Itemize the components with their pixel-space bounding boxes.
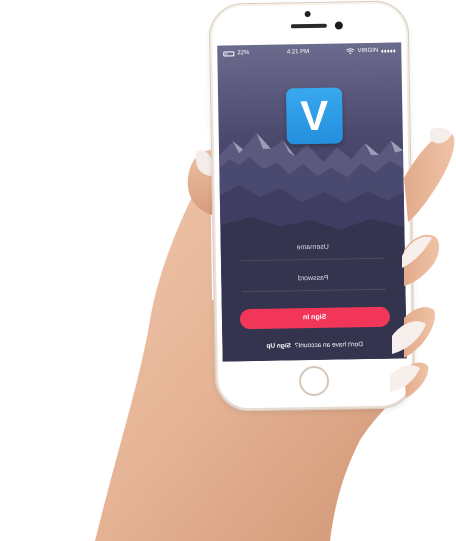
- username-field[interactable]: Username: [241, 239, 385, 258]
- front-camera-icon: [334, 21, 343, 30]
- signup-prompt: Don't have an account?: [294, 341, 363, 350]
- signal-icon: [381, 49, 396, 53]
- phone-device: 22% 4:21 PM VIRGIN V Username Password S…: [208, 0, 416, 412]
- carrier-name: VIRGIN: [357, 47, 379, 55]
- app-logo: V: [285, 87, 343, 145]
- status-bar: 22% 4:21 PM VIRGIN: [217, 42, 401, 61]
- product-mockup: 22% 4:21 PM VIRGIN V Username Password S…: [0, 0, 456, 541]
- earpiece-speaker: [290, 23, 327, 29]
- logo-letter: V: [299, 91, 329, 140]
- battery-percent: 22%: [237, 50, 250, 57]
- app-screen: 22% 4:21 PM VIRGIN V Username Password S…: [217, 42, 407, 362]
- wifi-icon: [346, 48, 355, 55]
- battery-icon: [223, 50, 235, 57]
- signup-link[interactable]: Sign Up: [266, 342, 291, 349]
- sign-in-label: Sign In: [303, 313, 327, 322]
- home-button[interactable]: [298, 365, 330, 397]
- status-time: 4:21 PM: [286, 49, 310, 56]
- password-field[interactable]: Password: [241, 270, 385, 289]
- camera-icon: [304, 10, 311, 18]
- sign-in-button[interactable]: Sign In: [239, 306, 391, 330]
